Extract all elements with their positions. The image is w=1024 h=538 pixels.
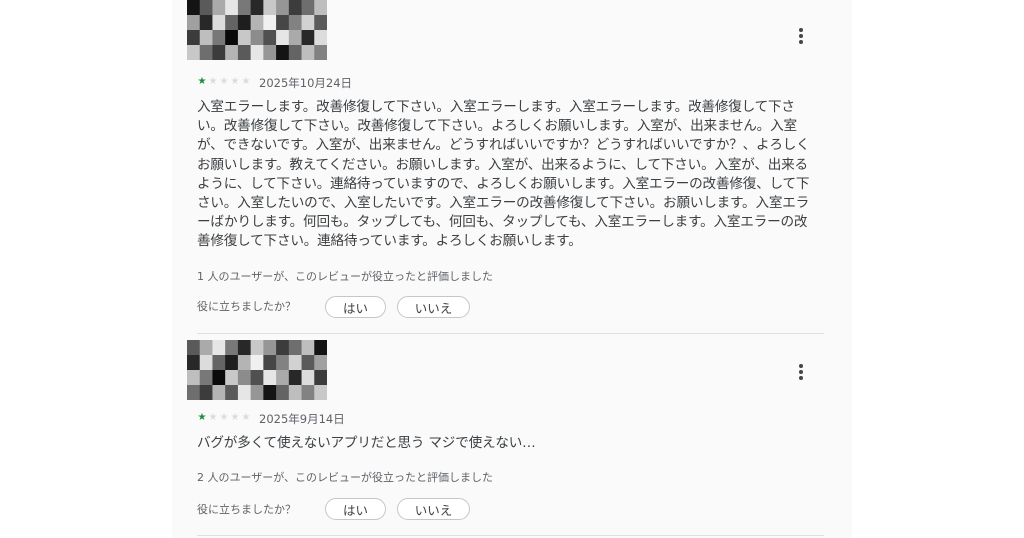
star-empty-icon: ★ (208, 412, 218, 423)
star-rating: ★ ★ ★ ★ ★ (197, 76, 251, 88)
review-card: ★ ★ ★ ★ ★ 2025年9月14日 バグが多くて使えないアプリだと思う マジで使え… (187, 340, 827, 538)
more-options-icon[interactable] (787, 22, 815, 50)
star-rating: ★ ★ ★ ★ ★ (197, 412, 251, 424)
helpful-count: 1 人のユーザーが、このレビューが役立ったと評価しました (197, 270, 494, 283)
helpful-count: 2 人のユーザーが、このレビューが役立ったと評価しました (197, 471, 494, 484)
more-options-icon[interactable] (787, 358, 815, 386)
reviewer-avatar (187, 340, 327, 400)
review-divider (197, 333, 824, 334)
helpful-no-button[interactable]: いいえ (397, 498, 470, 520)
review-card: ★ ★ ★ ★ ★ 2025年10月24日 入室エラーします。改善修復して下さい。入室エ… (187, 0, 827, 335)
star-empty-icon: ★ (208, 76, 218, 87)
helpful-question: 役に立ちましたか？ (197, 503, 296, 516)
star-empty-icon: ★ (241, 76, 251, 87)
star-filled-icon: ★ (197, 76, 207, 87)
star-empty-icon: ★ (241, 412, 251, 423)
review-date: 2025年10月24日 (259, 76, 353, 90)
helpful-no-button[interactable]: いいえ (397, 296, 470, 318)
helpful-yes-button[interactable]: はい (325, 296, 386, 318)
helpful-yes-button[interactable]: はい (325, 498, 386, 520)
helpful-question: 役に立ちましたか？ (197, 300, 296, 313)
star-empty-icon: ★ (230, 412, 240, 423)
reviewer-avatar (187, 0, 327, 60)
star-empty-icon: ★ (219, 412, 229, 423)
star-empty-icon: ★ (230, 76, 240, 87)
review-text: バグが多くて使えないアプリだと思う マジで使えない… (197, 435, 536, 451)
review-date: 2025年9月14日 (259, 412, 345, 426)
review-divider (197, 535, 824, 536)
star-filled-icon: ★ (197, 412, 207, 423)
review-text: 入室エラーします。改善修復して下さい。入室エラーします。入室エラーします。改善修… (197, 99, 810, 250)
star-empty-icon: ★ (219, 76, 229, 87)
